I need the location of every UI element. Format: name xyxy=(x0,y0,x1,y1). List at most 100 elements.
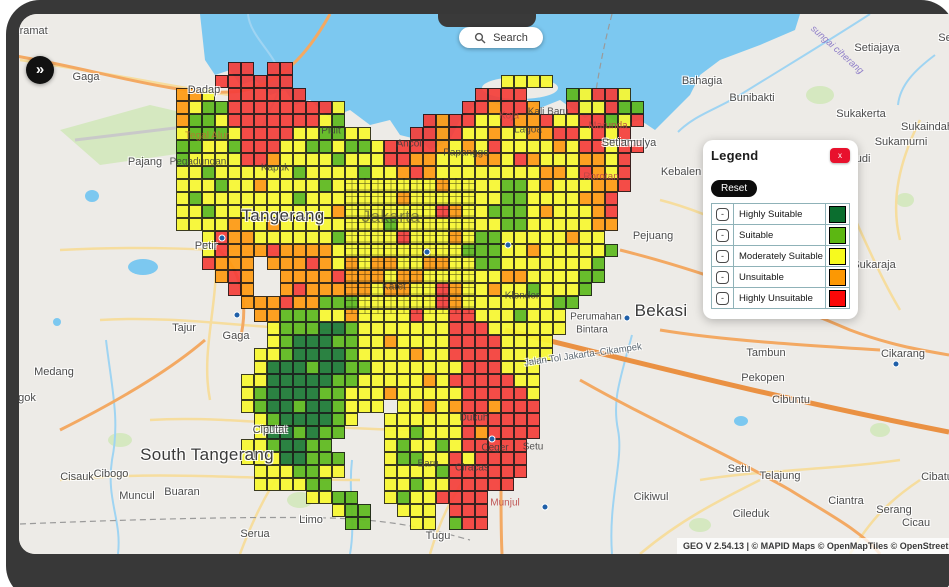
grid-cell[interactable] xyxy=(475,400,488,413)
grid-cell[interactable] xyxy=(475,322,488,335)
grid-cell[interactable] xyxy=(592,101,605,114)
grid-cell[interactable] xyxy=(371,361,384,374)
legend-item-collapse-button[interactable]: - xyxy=(716,229,729,242)
grid-cell[interactable] xyxy=(293,257,306,270)
grid-cell[interactable] xyxy=(280,439,293,452)
grid-cell[interactable] xyxy=(436,270,449,283)
grid-cell[interactable] xyxy=(436,205,449,218)
grid-cell[interactable] xyxy=(176,205,189,218)
grid-cell[interactable] xyxy=(306,400,319,413)
grid-cell[interactable] xyxy=(397,179,410,192)
grid-cell[interactable] xyxy=(449,244,462,257)
grid-cell[interactable] xyxy=(423,114,436,127)
grid-cell[interactable] xyxy=(332,231,345,244)
grid-cell[interactable] xyxy=(514,270,527,283)
grid-cell[interactable] xyxy=(514,179,527,192)
grid-cell[interactable] xyxy=(267,322,280,335)
grid-cell[interactable] xyxy=(332,400,345,413)
grid-cell[interactable] xyxy=(332,218,345,231)
grid-cell[interactable] xyxy=(189,192,202,205)
grid-cell[interactable] xyxy=(553,127,566,140)
grid-cell[interactable] xyxy=(202,101,215,114)
grid-cell[interactable] xyxy=(319,478,332,491)
grid-cell[interactable] xyxy=(514,335,527,348)
grid-cell[interactable] xyxy=(540,309,553,322)
grid-cell[interactable] xyxy=(293,166,306,179)
grid-cell[interactable] xyxy=(319,387,332,400)
grid-cell[interactable] xyxy=(280,140,293,153)
grid-cell[interactable] xyxy=(540,270,553,283)
grid-cell[interactable] xyxy=(410,348,423,361)
grid-cell[interactable] xyxy=(462,348,475,361)
grid-cell[interactable] xyxy=(319,309,332,322)
grid-cell[interactable] xyxy=(345,387,358,400)
grid-cell[interactable] xyxy=(345,218,358,231)
grid-cell[interactable] xyxy=(306,244,319,257)
grid-cell[interactable] xyxy=(410,153,423,166)
grid-cell[interactable] xyxy=(306,322,319,335)
grid-cell[interactable] xyxy=(566,218,579,231)
grid-cell[interactable] xyxy=(423,218,436,231)
grid-cell[interactable] xyxy=(436,166,449,179)
grid-cell[interactable] xyxy=(462,283,475,296)
grid-cell[interactable] xyxy=(436,179,449,192)
grid-cell[interactable] xyxy=(436,322,449,335)
grid-cell[interactable] xyxy=(449,322,462,335)
grid-cell[interactable] xyxy=(306,452,319,465)
grid-cell[interactable] xyxy=(540,257,553,270)
grid-cell[interactable] xyxy=(358,127,371,140)
grid-cell[interactable] xyxy=(241,114,254,127)
grid-cell[interactable] xyxy=(527,244,540,257)
grid-cell[interactable] xyxy=(514,465,527,478)
grid-cell[interactable] xyxy=(280,309,293,322)
grid-cell[interactable] xyxy=(501,179,514,192)
grid-cell[interactable] xyxy=(358,348,371,361)
grid-cell[interactable] xyxy=(475,257,488,270)
grid-cell[interactable] xyxy=(306,426,319,439)
grid-cell[interactable] xyxy=(306,283,319,296)
grid-cell[interactable] xyxy=(254,296,267,309)
grid-cell[interactable] xyxy=(410,374,423,387)
grid-cell[interactable] xyxy=(449,231,462,244)
grid-cell[interactable] xyxy=(462,439,475,452)
grid-cell[interactable] xyxy=(254,387,267,400)
grid-cell[interactable] xyxy=(436,309,449,322)
grid-cell[interactable] xyxy=(410,296,423,309)
grid-cell[interactable] xyxy=(397,504,410,517)
grid-cell[interactable] xyxy=(319,348,332,361)
grid-cell[interactable] xyxy=(449,335,462,348)
grid-cell[interactable] xyxy=(319,179,332,192)
grid-cell[interactable] xyxy=(267,179,280,192)
grid-cell[interactable] xyxy=(319,231,332,244)
grid-cell[interactable] xyxy=(410,270,423,283)
grid-cell[interactable] xyxy=(267,192,280,205)
grid-cell[interactable] xyxy=(280,465,293,478)
grid-cell[interactable] xyxy=(514,153,527,166)
grid-cell[interactable] xyxy=(280,452,293,465)
grid-cell[interactable] xyxy=(293,309,306,322)
grid-cell[interactable] xyxy=(397,478,410,491)
grid-cell[interactable] xyxy=(384,491,397,504)
grid-cell[interactable] xyxy=(501,75,514,88)
grid-cell[interactable] xyxy=(332,387,345,400)
grid-cell[interactable] xyxy=(293,335,306,348)
grid-cell[interactable] xyxy=(410,166,423,179)
grid-cell[interactable] xyxy=(293,400,306,413)
grid-cell[interactable] xyxy=(319,192,332,205)
grid-cell[interactable] xyxy=(618,166,631,179)
grid-cell[interactable] xyxy=(462,205,475,218)
grid-cell[interactable] xyxy=(397,296,410,309)
grid-cell[interactable] xyxy=(449,439,462,452)
grid-cell[interactable] xyxy=(397,166,410,179)
grid-cell[interactable] xyxy=(488,413,501,426)
grid-cell[interactable] xyxy=(215,205,228,218)
grid-cell[interactable] xyxy=(280,127,293,140)
grid-cell[interactable] xyxy=(423,309,436,322)
grid-cell[interactable] xyxy=(345,374,358,387)
grid-cell[interactable] xyxy=(488,465,501,478)
grid-cell[interactable] xyxy=(241,192,254,205)
grid-cell[interactable] xyxy=(371,322,384,335)
grid-cell[interactable] xyxy=(592,244,605,257)
grid-cell[interactable] xyxy=(267,361,280,374)
grid-cell[interactable] xyxy=(527,270,540,283)
